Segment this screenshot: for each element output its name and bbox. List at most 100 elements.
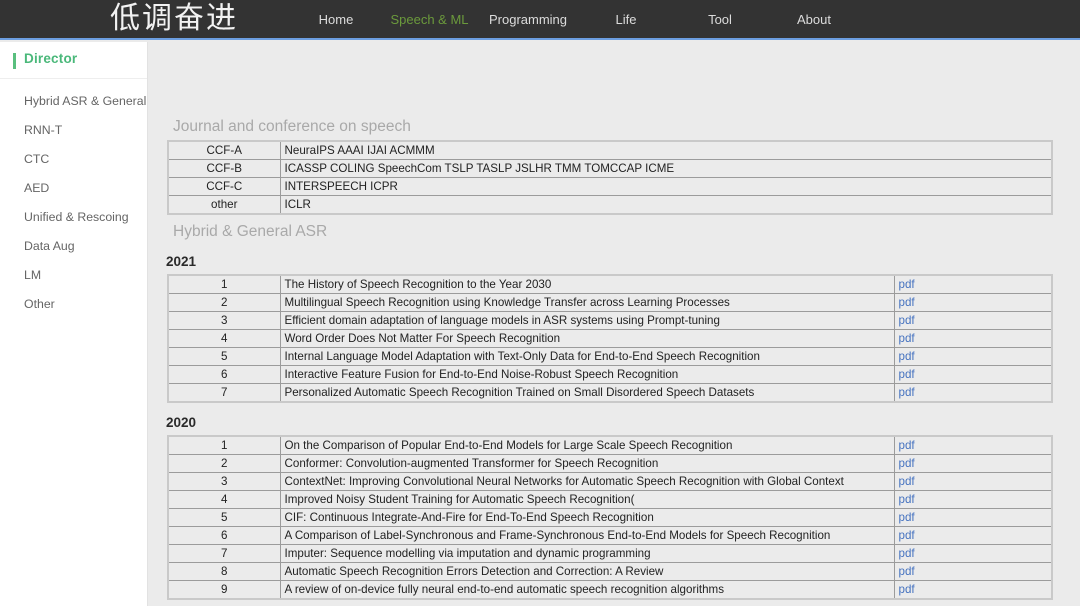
pdf-link[interactable]: pdf [899, 296, 915, 309]
table-row: 4 Word Order Does Not Matter For Speech R… [167, 329, 1053, 348]
pdf-link[interactable]: pdf [899, 314, 915, 327]
pdf-link[interactable]: pdf [899, 386, 915, 399]
paper-title-cell: Interactive Feature Fusion for End-to-En… [279, 365, 895, 384]
paper-index-cell: 6 [167, 526, 281, 545]
paper-link-cell: pdf [893, 329, 1053, 348]
pdf-link[interactable]: pdf [899, 368, 915, 381]
papers-table-2020: 1 On the Comparison of Popular End-to-End… [167, 435, 1053, 600]
paper-link-cell: pdf [893, 311, 1053, 330]
pdf-link[interactable]: pdf [899, 547, 915, 560]
pdf-link[interactable]: pdf [899, 278, 915, 291]
table-row: 5 Internal Language Model Adaptation with… [167, 347, 1053, 366]
main-content: Journal and conference on speech CCF-A Ne… [149, 42, 1080, 606]
nav-link-tool[interactable]: Tool [673, 12, 767, 27]
sidebar-item-aed[interactable]: AED [0, 174, 147, 203]
year-heading-2020: 2020 [166, 415, 197, 430]
pdf-link[interactable]: pdf [899, 457, 915, 470]
table-row: 2 Multilingual Speech Recognition using K… [167, 293, 1053, 312]
paper-link-cell: pdf [893, 347, 1053, 366]
table-row: 2 Conformer: Convolution-augmented Transf… [167, 454, 1053, 473]
paper-link-cell: pdf [893, 580, 1053, 600]
paper-index-cell: 2 [167, 293, 281, 312]
table-row: CCF-A NeuraIPS AAAI IJAI ACMMM [167, 140, 1053, 160]
sidebar-item-lm[interactable]: LM [0, 261, 147, 290]
nav-link-speech-ml[interactable]: Speech & ML [382, 12, 477, 27]
sidebar-item-hybrid-asr-general[interactable]: Hybrid ASR & General [0, 87, 147, 116]
table-row: 3 ContextNet: Improving Convolutional Neu… [167, 472, 1053, 491]
sidebar-item-ctc[interactable]: CTC [0, 145, 147, 174]
venue-list-cell: ICASSP COLING SpeechCom TSLP TASLP JSLHR… [279, 159, 1053, 178]
paper-index-cell: 5 [167, 508, 281, 527]
table-row: 5 CIF: Continuous Integrate-And-Fire for … [167, 508, 1053, 527]
paper-index-cell: 9 [167, 580, 281, 600]
paper-title-cell: A Comparison of Label-Synchronous and Fr… [279, 526, 895, 545]
nav-link-about[interactable]: About [767, 12, 861, 27]
paper-title-cell: On the Comparison of Popular End-to-End … [279, 435, 895, 455]
paper-index-cell: 4 [167, 490, 281, 509]
paper-index-cell: 3 [167, 472, 281, 491]
paper-title-cell: A review of on-device fully neural end-t… [279, 580, 895, 600]
paper-index-cell: 7 [167, 544, 281, 563]
nav-link-programming[interactable]: Programming [477, 12, 579, 27]
paper-link-cell: pdf [893, 472, 1053, 491]
accent-bar-icon [13, 53, 16, 69]
paper-title-cell: Imputer: Sequence modelling via imputati… [279, 544, 895, 563]
pdf-link[interactable]: pdf [899, 439, 915, 452]
paper-title-cell: CIF: Continuous Integrate-And-Fire for E… [279, 508, 895, 527]
pdf-link[interactable]: pdf [899, 475, 915, 488]
ccf-rank-cell: other [167, 195, 281, 215]
paper-index-cell: 5 [167, 347, 281, 366]
ccf-rank-cell: CCF-C [167, 177, 281, 196]
paper-title-cell: Internal Language Model Adaptation with … [279, 347, 895, 366]
pdf-link[interactable]: pdf [899, 350, 915, 363]
nav-link-life[interactable]: Life [579, 12, 673, 27]
paper-title-cell: Improved Noisy Student Training for Auto… [279, 490, 895, 509]
table-row: other ICLR [167, 195, 1053, 215]
paper-index-cell: 2 [167, 454, 281, 473]
paper-link-cell: pdf [893, 562, 1053, 581]
journal-conference-table: CCF-A NeuraIPS AAAI IJAI ACMMM CCF-B ICASSP… [167, 140, 1053, 215]
table-row: 7 Imputer: Sequence modelling via imputat… [167, 544, 1053, 563]
sidebar-header-label: Director [24, 51, 78, 66]
venue-list-cell: ICLR [279, 195, 1053, 215]
paper-title-cell: The History of Speech Recognition to the… [279, 274, 895, 294]
table-row: 7 Personalized Automatic Speech Recogniti… [167, 383, 1053, 403]
sidebar-item-other[interactable]: Other [0, 290, 147, 319]
paper-index-cell: 7 [167, 383, 281, 403]
year-heading-2021: 2021 [166, 254, 197, 269]
nav-link-home[interactable]: Home [290, 12, 382, 27]
paper-link-cell: pdf [893, 490, 1053, 509]
paper-index-cell: 8 [167, 562, 281, 581]
pdf-link[interactable]: pdf [899, 529, 915, 542]
paper-link-cell: pdf [893, 454, 1053, 473]
table-row: 1 On the Comparison of Popular End-to-End… [167, 435, 1053, 455]
paper-title-cell: Personalized Automatic Speech Recognitio… [279, 383, 895, 403]
papers-table-2021: 1 The History of Speech Recognition to th… [167, 274, 1053, 403]
paper-index-cell: 6 [167, 365, 281, 384]
site-logo[interactable]: 低调奋进 [110, 2, 238, 36]
sidebar-item-data-aug[interactable]: Data Aug [0, 232, 147, 261]
paper-link-cell: pdf [893, 508, 1053, 527]
paper-title-cell: Efficient domain adaptation of language … [279, 311, 895, 330]
pdf-link[interactable]: pdf [899, 565, 915, 578]
paper-title-cell: Conformer: Convolution-augmented Transfo… [279, 454, 895, 473]
pdf-link[interactable]: pdf [899, 493, 915, 506]
paper-link-cell: pdf [893, 383, 1053, 403]
paper-title-cell: Multilingual Speech Recognition using Kn… [279, 293, 895, 312]
sidebar-item-rnn-t[interactable]: RNN-T [0, 116, 147, 145]
sidebar: Director Hybrid ASR & General RNN-T CTC AED… [0, 42, 148, 606]
pdf-link[interactable]: pdf [899, 332, 915, 345]
sidebar-header: Director [0, 42, 147, 79]
pdf-link[interactable]: pdf [899, 511, 915, 524]
paper-title-cell: Automatic Speech Recognition Errors Dete… [279, 562, 895, 581]
paper-index-cell: 4 [167, 329, 281, 348]
asr-section-title: Hybrid & General ASR [173, 223, 328, 240]
paper-index-cell: 3 [167, 311, 281, 330]
table-row: CCF-C INTERSPEECH ICPR [167, 177, 1053, 196]
sidebar-item-unified-rescoing[interactable]: Unified & Rescoing [0, 203, 147, 232]
ccf-rank-cell: CCF-A [167, 140, 281, 160]
pdf-link[interactable]: pdf [899, 583, 915, 596]
main-nav-links: Home Speech & ML Programming Life Tool About [290, 0, 861, 38]
paper-title-cell: Word Order Does Not Matter For Speech Re… [279, 329, 895, 348]
paper-index-cell: 1 [167, 435, 281, 455]
